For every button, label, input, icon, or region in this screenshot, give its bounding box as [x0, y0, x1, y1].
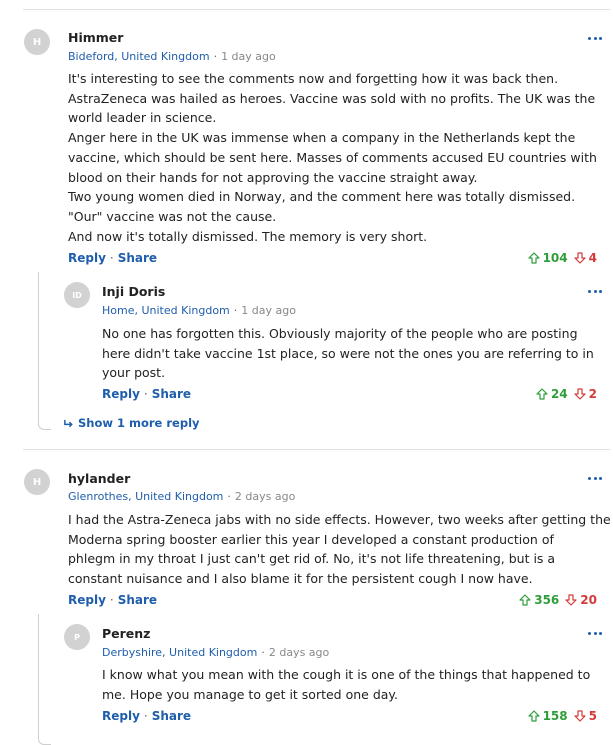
- comment-actions: Reply · Share: [102, 387, 192, 401]
- upvote-count: 356: [534, 593, 560, 607]
- arrow-up-icon: [527, 710, 540, 722]
- reply-button[interactable]: Reply: [68, 593, 106, 607]
- more-options-icon[interactable]: [588, 629, 602, 637]
- comment-author[interactable]: Perenz: [102, 626, 150, 641]
- comment-body: It's interesting to see the comments now…: [68, 69, 597, 246]
- comment-location: Home, United Kingdom: [102, 304, 230, 317]
- arrow-down-icon: [574, 710, 586, 722]
- reply-arrow-icon: [64, 419, 73, 427]
- meta-separator: ·: [227, 490, 231, 503]
- comment-body: I had the Astra-Zeneca jabs with no side…: [68, 510, 611, 589]
- arrow-up-icon: [519, 594, 531, 606]
- comment-meta: Glenrothes, United Kingdom · 2 days ago: [68, 490, 295, 503]
- upvote-button[interactable]: 24: [536, 387, 568, 401]
- avatar: P: [64, 624, 90, 650]
- comment-line: I know what you mean with the cough it i…: [102, 667, 591, 682]
- comment-meta: Home, United Kingdom · 1 day ago: [102, 304, 296, 317]
- comment-line: me. Hope you manage to get it sorted one…: [102, 686, 399, 702]
- comment-location: Glenrothes, United Kingdom: [68, 490, 224, 503]
- comment-body: I know what you mean with the cough it i…: [102, 665, 590, 704]
- comment-time: 2 days ago: [234, 490, 296, 503]
- downvote-button[interactable]: 2: [574, 387, 597, 401]
- upvote-button[interactable]: 356: [519, 593, 559, 607]
- share-button[interactable]: Share: [118, 251, 157, 265]
- meta-separator: ·: [213, 50, 218, 63]
- comment-line: constant nuisance and I also blame it fo…: [68, 571, 533, 587]
- comment-line: vaccine, which should be sent here. Mass…: [68, 149, 597, 165]
- comment-line: Two young women died in Norway, and the …: [68, 189, 576, 205]
- thread-line: [38, 272, 51, 430]
- comment-line: No one has forgotten this. Obviously maj…: [102, 326, 578, 341]
- comment-line: blood on their hands for not approving t…: [68, 169, 478, 185]
- more-options-icon[interactable]: [588, 287, 602, 295]
- avatar: H: [24, 29, 50, 55]
- meta-separator: ·: [233, 304, 238, 317]
- arrow-down-icon: [565, 594, 577, 606]
- comment-meta: Derbyshire, United Kingdom · 2 days ago: [102, 646, 329, 659]
- upvote-count: 104: [542, 251, 568, 265]
- comment-line: I had the Astra-Zeneca jabs with no side…: [68, 512, 611, 527]
- reply-button[interactable]: Reply: [68, 251, 106, 265]
- comment-actions: Reply · Share: [68, 593, 158, 607]
- downvote-count: 2: [588, 387, 597, 401]
- comment-line: here didn't take vaccine 1st place, so w…: [102, 345, 594, 361]
- comment-line: phlegm in my throat I just can't get rid…: [68, 551, 556, 567]
- comment-line: Moderna spring booster earlier this year…: [68, 531, 554, 547]
- reply-button[interactable]: Reply: [102, 709, 140, 723]
- comment-time: 1 day ago: [221, 50, 276, 63]
- vote-controls: 104 4: [527, 251, 597, 265]
- comment-body: No one has forgotten this. Obviously maj…: [102, 324, 594, 383]
- downvote-count: 20: [580, 593, 597, 607]
- comment-line: your post.: [102, 365, 166, 381]
- downvote-button[interactable]: 5: [574, 709, 597, 723]
- upvote-button[interactable]: 158: [527, 709, 568, 723]
- avatar: H: [24, 469, 50, 495]
- share-button[interactable]: Share: [118, 593, 157, 607]
- comment-actions: Reply · Share: [102, 709, 192, 723]
- comment-line: And now it's totally dismissed. The memo…: [68, 228, 428, 244]
- comment-line: It's interesting to see the comments now…: [68, 71, 559, 86]
- downvote-button[interactable]: 20: [565, 593, 597, 607]
- comment-author[interactable]: Inji Doris: [102, 284, 165, 299]
- arrow-up-icon: [527, 252, 540, 264]
- vote-controls: 158 5: [527, 709, 597, 723]
- comment-time: 1 day ago: [241, 304, 296, 317]
- comment-line: AstraZeneca was hailed as heroes. Vaccin…: [68, 90, 596, 106]
- arrow-up-icon: [536, 388, 548, 400]
- arrow-down-icon: [574, 388, 586, 400]
- vote-controls: 24 2: [536, 387, 597, 401]
- upvote-count: 158: [542, 709, 568, 723]
- reply-button[interactable]: Reply: [102, 387, 140, 401]
- comment-meta: Bideford, United Kingdom · 1 day ago: [68, 50, 276, 63]
- arrow-down-icon: [574, 252, 586, 264]
- upvote-count: 24: [550, 387, 568, 401]
- downvote-count: 5: [588, 709, 597, 723]
- show-more-replies-button[interactable]: Show 1 more reply: [63, 416, 200, 430]
- avatar: ID: [64, 282, 90, 308]
- show-more-label: Show 1 more reply: [78, 416, 200, 430]
- thread-line: [38, 614, 51, 745]
- divider: [23, 9, 610, 10]
- vote-controls: 356 20: [519, 593, 597, 607]
- more-options-icon[interactable]: [588, 474, 602, 482]
- upvote-button[interactable]: 104: [527, 251, 568, 265]
- comment-actions: Reply · Share: [68, 251, 158, 265]
- comment-line: world leader in science.: [68, 110, 217, 126]
- comment-location: Derbyshire, United Kingdom: [102, 646, 258, 659]
- comment-author[interactable]: hylander: [68, 471, 130, 486]
- downvote-button[interactable]: 4: [574, 251, 597, 265]
- comment-line: Anger here in the UK was immense when a …: [68, 130, 576, 146]
- comment-line: "Our" vaccine was not the cause.: [68, 208, 277, 224]
- comment-time: 2 days ago: [268, 646, 330, 659]
- comment-location: Bideford, United Kingdom: [68, 50, 210, 63]
- share-button[interactable]: Share: [152, 387, 191, 401]
- divider: [23, 449, 610, 450]
- more-options-icon[interactable]: [588, 34, 602, 42]
- share-button[interactable]: Share: [152, 709, 191, 723]
- comment-author[interactable]: Himmer: [68, 30, 123, 45]
- meta-separator: ·: [261, 646, 265, 659]
- downvote-count: 4: [588, 251, 597, 265]
